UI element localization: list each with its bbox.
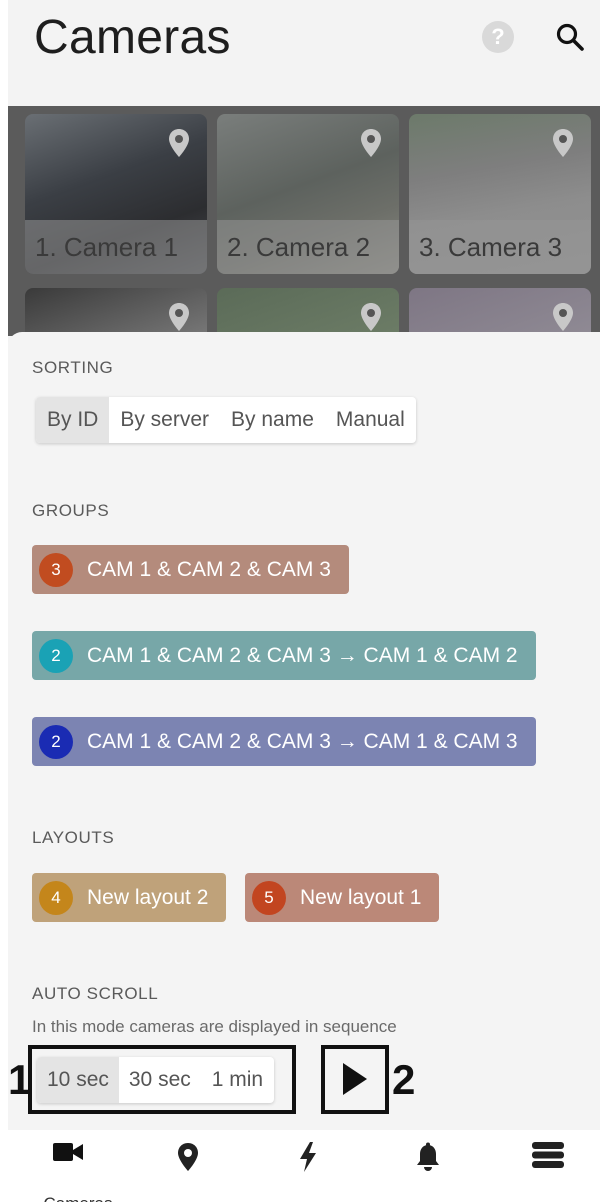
map-pin-icon[interactable]	[551, 128, 575, 158]
video-camera-icon	[53, 1143, 83, 1161]
sort-by-server-option[interactable]: By server	[109, 397, 220, 443]
map-pin-icon	[178, 1143, 198, 1171]
annotation-number-1: 1	[8, 1056, 32, 1103]
group-count-badge: 2	[39, 638, 73, 673]
nav-events[interactable]	[278, 1142, 338, 1198]
map-pin-icon[interactable]	[551, 302, 575, 332]
app-header: Cameras ?	[8, 0, 600, 105]
group-chip[interactable]: 2 CAM 1 & CAM 2 & CAM 3 → CAM 1 & CAM 3	[32, 717, 536, 766]
map-pin-icon[interactable]	[167, 302, 191, 332]
camera-tile[interactable]: 1. Camera 1	[25, 114, 207, 274]
camera-label: 2. Camera 2	[217, 220, 399, 274]
play-icon[interactable]	[341, 1061, 369, 1097]
group-count-badge: 2	[39, 724, 73, 759]
camera-tile[interactable]: 2. Camera 2	[217, 114, 399, 274]
sorting-segmented-control: By ID By server By name Manual	[36, 397, 416, 443]
groups-title: GROUPS	[32, 501, 110, 520]
camera-label: 1. Camera 1	[25, 220, 207, 274]
camera-label: 3. Camera 3	[409, 220, 591, 274]
map-pin-icon[interactable]	[167, 128, 191, 158]
bell-icon	[417, 1142, 439, 1171]
sort-by-name-option[interactable]: By name	[220, 397, 325, 443]
group-name: CAM 1 & CAM 2 & CAM 3 → CAM 1 & CAM 2	[87, 643, 518, 667]
nav-servers[interactable]	[518, 1142, 578, 1198]
nav-map[interactable]	[158, 1142, 218, 1198]
bottom-navigation: Cameras	[8, 1130, 600, 1202]
layouts-title: LAYOUTS	[32, 828, 115, 847]
sorting-title: SORTING	[32, 358, 114, 377]
layout-name: New layout 2	[87, 885, 209, 909]
nav-cameras[interactable]: Cameras	[38, 1142, 112, 1202]
sort-by-id-option[interactable]: By ID	[36, 397, 110, 443]
layout-count-badge: 5	[252, 880, 286, 915]
layout-chip[interactable]: 5 New layout 1	[245, 873, 440, 922]
annotation-number-2: 2	[392, 1056, 416, 1103]
layout-name: New layout 1	[300, 885, 422, 909]
camera-tile[interactable]: 3. Camera 3	[409, 114, 591, 274]
group-name: CAM 1 & CAM 2 & CAM 3 → CAM 1 & CAM 3	[87, 729, 518, 753]
camera-grid: 1. Camera 1 2. Camera 2 3. Camera 3	[8, 106, 600, 448]
lightning-icon	[300, 1142, 316, 1172]
layout-count-badge: 4	[39, 880, 73, 915]
help-icon[interactable]: ?	[482, 21, 514, 53]
group-chip[interactable]: 2 CAM 1 & CAM 2 & CAM 3 → CAM 1 & CAM 2	[32, 631, 536, 680]
auto-scroll-title: AUTO SCROLL	[32, 984, 159, 1003]
server-icon	[532, 1142, 564, 1168]
map-pin-icon[interactable]	[359, 302, 383, 332]
layout-chip[interactable]: 4 New layout 2	[32, 873, 227, 922]
search-icon[interactable]	[554, 21, 586, 53]
annotation-box-1	[28, 1045, 296, 1114]
group-name: CAM 1 & CAM 2 & CAM 3	[87, 557, 331, 581]
group-count-badge: 3	[39, 552, 73, 587]
group-chip[interactable]: 3 CAM 1 & CAM 2 & CAM 3	[32, 545, 349, 594]
nav-notifications[interactable]	[398, 1142, 458, 1198]
sort-manual-option[interactable]: Manual	[325, 397, 416, 443]
phone-screen: Cameras ? 1. Camera 1 2. Camera 2 3. Cam…	[8, 0, 600, 1202]
nav-cameras-label: Cameras	[28, 1194, 128, 1202]
page-title: Cameras	[34, 11, 231, 64]
map-pin-icon[interactable]	[359, 128, 383, 158]
auto-scroll-description: In this mode cameras are displayed in se…	[32, 1017, 397, 1036]
